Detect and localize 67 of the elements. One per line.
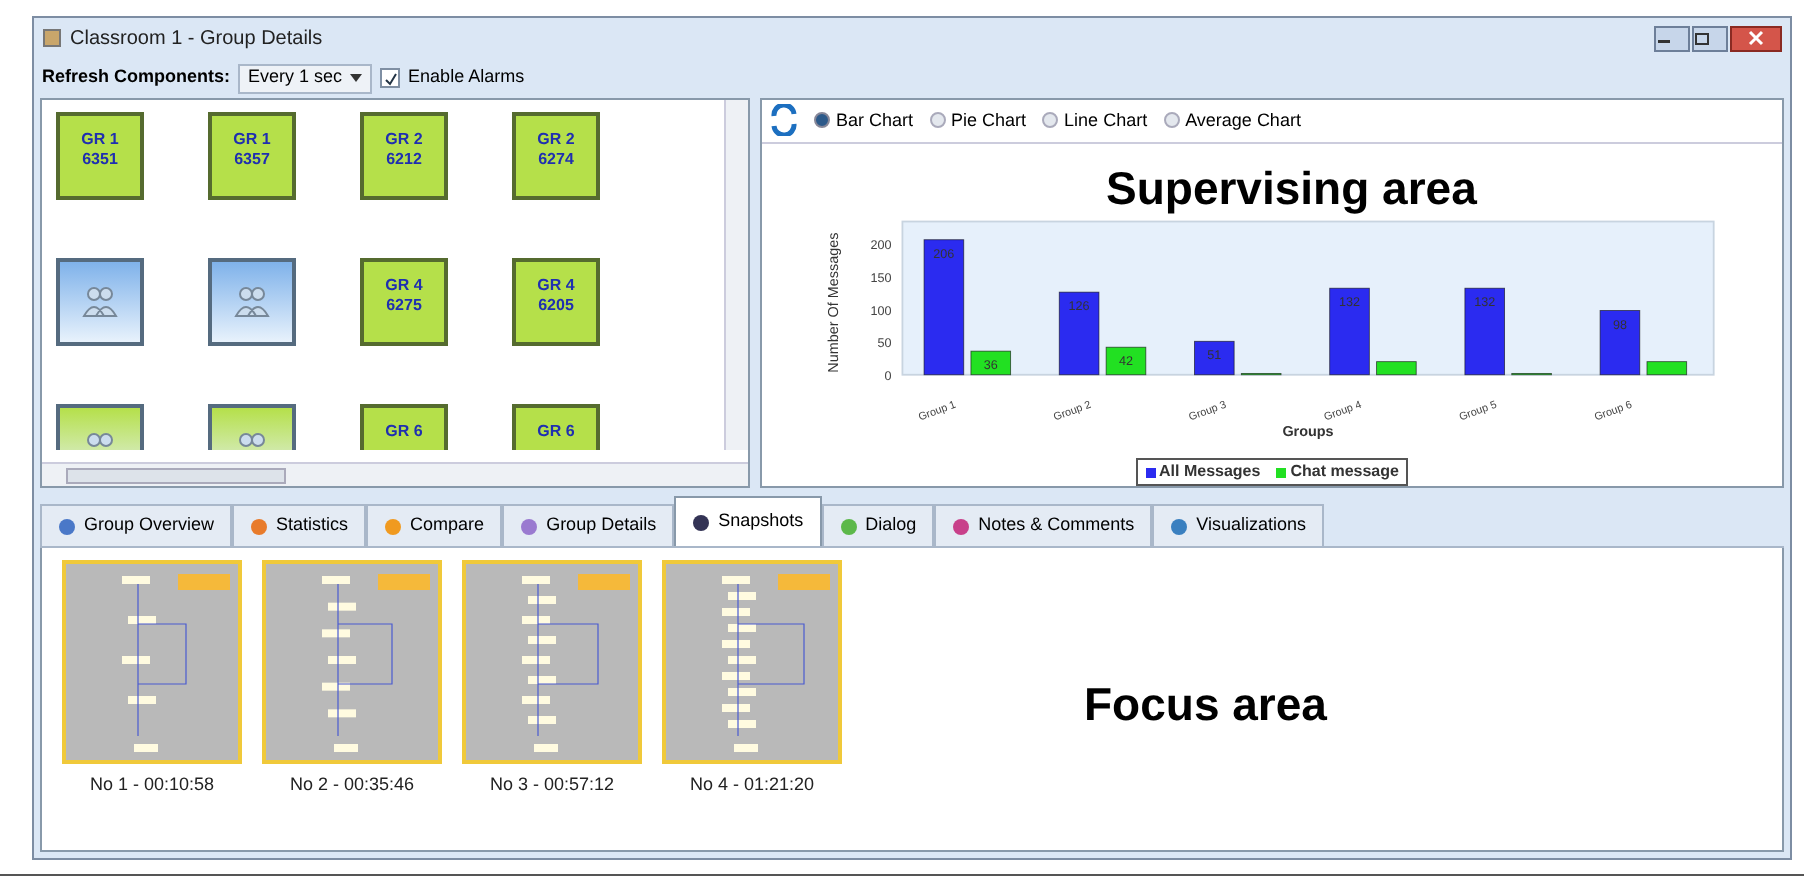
axis-title: Groups bbox=[1282, 421, 1334, 440]
tab[interactable]: Group Overview bbox=[40, 504, 233, 546]
annotation: Supervising area bbox=[1106, 160, 1477, 218]
bar bbox=[1329, 287, 1370, 375]
bar bbox=[1464, 287, 1505, 375]
group-tile[interactable] bbox=[208, 258, 296, 346]
bar bbox=[970, 350, 1012, 375]
refresh-icon[interactable] bbox=[770, 104, 798, 137]
people-icon bbox=[232, 284, 272, 320]
snapshot-caption: No 2 - 00:35:46 bbox=[289, 772, 415, 798]
tab-icon bbox=[839, 517, 858, 535]
legend-label: Chat message bbox=[1290, 460, 1399, 484]
bar bbox=[1058, 291, 1100, 375]
group-tile[interactable]: GR 4 6205 bbox=[512, 258, 600, 346]
bar bbox=[1105, 346, 1147, 375]
snapshot-caption: No 3 - 00:57:12 bbox=[489, 772, 615, 798]
tab-icon bbox=[952, 517, 971, 535]
chart-type-radio[interactable]: Average Chart bbox=[1163, 107, 1301, 135]
window-title: Classroom 1 - Group Details bbox=[70, 25, 323, 53]
tab[interactable]: Notes & Comments bbox=[934, 504, 1153, 546]
bar bbox=[1376, 360, 1417, 375]
close-button[interactable] bbox=[1730, 25, 1782, 51]
people-icon bbox=[80, 284, 120, 320]
check-icon bbox=[383, 71, 398, 85]
restore-icon bbox=[1694, 31, 1710, 45]
snapshot-caption: No 4 - 01:21:20 bbox=[689, 772, 815, 798]
group-tile[interactable]: GR 2 6274 bbox=[512, 112, 600, 200]
axis-title: Number Of Messages bbox=[823, 232, 842, 373]
tab[interactable]: Visualizations bbox=[1152, 504, 1325, 546]
bar bbox=[923, 238, 965, 375]
group-tile[interactable] bbox=[56, 258, 144, 346]
group-tile[interactable]: GR 6 bbox=[512, 404, 600, 450]
tab[interactable]: Group Details bbox=[502, 504, 675, 546]
tab-icon bbox=[58, 517, 76, 535]
tab-icon bbox=[384, 517, 403, 535]
caret-icon bbox=[350, 74, 363, 82]
tab-icon bbox=[1170, 517, 1189, 535]
alarms-checkbox[interactable] bbox=[380, 68, 401, 88]
bar bbox=[1646, 360, 1688, 375]
refresh-dropdown[interactable]: Every 1 sec bbox=[238, 63, 373, 93]
tab-icon bbox=[692, 513, 711, 531]
group-tile[interactable]: GR 4 6275 bbox=[360, 258, 448, 346]
snapshot-caption: No 1 - 00:10:58 bbox=[89, 772, 215, 798]
group-tile[interactable]: GR 1 6357 bbox=[208, 112, 296, 200]
annotation: Focus area bbox=[1084, 676, 1327, 734]
bar bbox=[1194, 340, 1235, 375]
tab[interactable]: Compare bbox=[366, 504, 503, 546]
group-tile[interactable]: GR 1 6351 bbox=[56, 112, 144, 200]
legend-label: All Messages bbox=[1159, 460, 1261, 484]
tab[interactable]: Snapshots bbox=[674, 496, 822, 546]
group-tile[interactable]: GR 6 bbox=[360, 404, 448, 450]
alarms-label: Enable Alarms bbox=[408, 64, 525, 91]
tab-icon bbox=[250, 517, 269, 535]
minimize-button[interactable] bbox=[1654, 25, 1690, 51]
chart-type-radio[interactable]: Bar Chart bbox=[814, 107, 914, 135]
scrollbar-thumb[interactable] bbox=[66, 467, 286, 483]
bar bbox=[1599, 309, 1641, 375]
chart-type-radio[interactable]: Pie Chart bbox=[929, 107, 1027, 135]
tab[interactable]: Dialog bbox=[821, 504, 935, 546]
chart-type-radio[interactable]: Line Chart bbox=[1042, 107, 1148, 135]
refresh-label: Refresh Components: bbox=[42, 64, 231, 91]
close-icon bbox=[1748, 30, 1764, 46]
app-icon bbox=[42, 28, 62, 48]
tab[interactable]: Statistics bbox=[232, 504, 367, 546]
tab-icon bbox=[520, 517, 539, 535]
maximize-button[interactable] bbox=[1692, 25, 1728, 51]
group-tile[interactable]: GR 2 6212 bbox=[360, 112, 448, 200]
